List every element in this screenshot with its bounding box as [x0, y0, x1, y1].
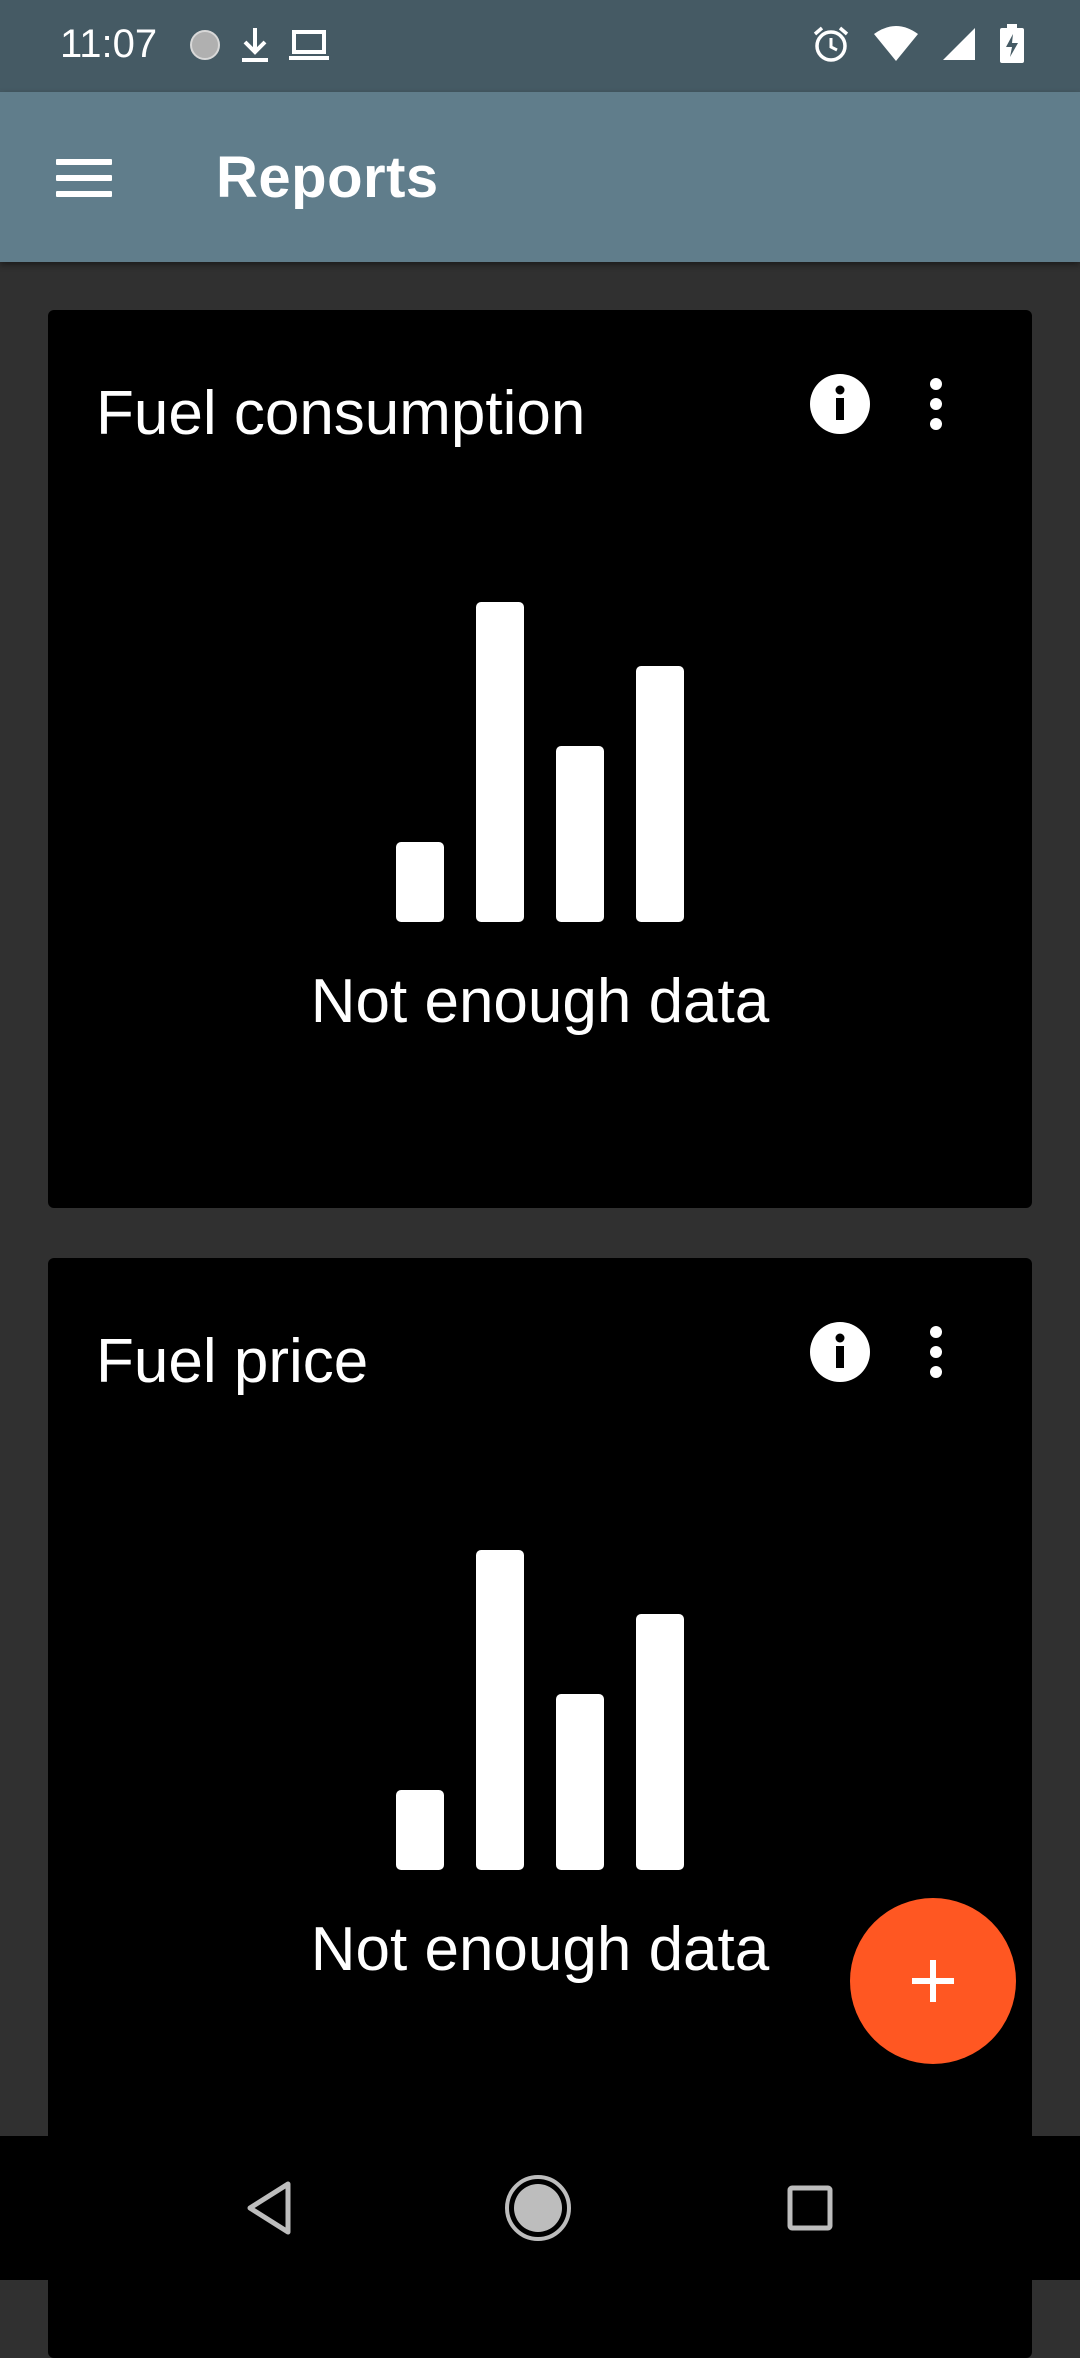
page-title: Reports: [216, 145, 439, 210]
more-options-button[interactable]: [904, 1320, 968, 1384]
status-time: 11:07: [60, 22, 158, 66]
empty-chart-icon: [396, 1550, 684, 1870]
back-button[interactable]: [234, 2172, 306, 2244]
data-saver-icon: [188, 28, 222, 67]
status-bar: 11:07: [0, 0, 1080, 92]
more-vert-icon: [930, 1326, 942, 1378]
home-icon: [505, 2175, 571, 2241]
empty-chart-icon: [396, 602, 684, 922]
app-bar: Reports: [0, 92, 1080, 262]
card-title: Fuel price: [96, 1327, 369, 1396]
info-button[interactable]: [808, 372, 872, 436]
recents-icon: [787, 2185, 833, 2231]
wifi-icon: [873, 26, 919, 67]
more-vert-icon: [930, 378, 942, 430]
cell-signal-icon: [941, 26, 977, 67]
home-button[interactable]: [502, 2172, 574, 2244]
menu-button[interactable]: [40, 140, 128, 216]
empty-state-text: Not enough data: [310, 967, 770, 1036]
info-icon: [810, 374, 870, 434]
alarm-icon: [811, 24, 851, 69]
back-icon: [247, 2181, 291, 2235]
status-right-icons: [811, 24, 1025, 69]
report-card-fuel-consumption: Fuel consumption Not enough data: [48, 310, 1032, 1208]
info-icon: [810, 1322, 870, 1382]
navigation-bar: [0, 2136, 1080, 2280]
status-left-icons: [188, 26, 330, 69]
info-button[interactable]: [808, 1320, 872, 1384]
laptop-icon: [288, 28, 330, 67]
add-button[interactable]: [850, 1898, 1016, 2064]
battery-charging-icon: [999, 24, 1025, 69]
more-options-button[interactable]: [904, 372, 968, 436]
download-icon: [240, 26, 270, 69]
card-title: Fuel consumption: [96, 379, 586, 448]
recents-button[interactable]: [774, 2172, 846, 2244]
